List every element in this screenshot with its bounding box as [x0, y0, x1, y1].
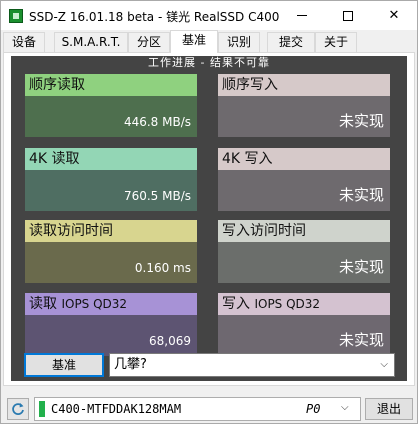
tab-identify[interactable]: 识别: [218, 32, 260, 52]
chevron-down-icon: ⌵: [341, 402, 349, 413]
tab-smart[interactable]: S.M.A.R.T.: [54, 32, 128, 52]
card-read-iops-body: 68,069: [25, 315, 197, 356]
tab-device[interactable]: 设备: [3, 32, 45, 52]
card-write-access-label: 写入访问时间: [218, 220, 390, 242]
4k-read-value: 760.5 MB/s: [123, 189, 191, 203]
benchmark-results: 工作进展 - 结果不可靠 顺序读取 446.8 MB/s 顺序写入 未实现 4K…: [11, 56, 407, 381]
card-read-access-time: 读取访问时间 0.160 ms: [25, 220, 197, 283]
card-seq-write: 顺序写入 未实现: [218, 74, 390, 137]
card-seq-write-body: 未实现: [218, 96, 390, 137]
card-write-iops-body: 未实现: [218, 315, 390, 356]
read-iops-label: 读取: [29, 296, 57, 312]
app-icon: [9, 9, 23, 23]
write-access-value: 未实现: [338, 258, 384, 276]
card-write-access-time: 写入访问时间 未实现: [218, 220, 390, 283]
card-seq-read-body: 446.8 MB/s: [25, 96, 197, 137]
read-iops-value: 68,069: [149, 334, 191, 348]
refresh-icon: [12, 403, 24, 415]
card-seq-write-label: 顺序写入: [218, 74, 390, 96]
tab-about[interactable]: 关于: [315, 32, 357, 52]
benchmark-status: 工作进展 - 结果不可靠: [148, 56, 270, 69]
minimize-icon: [297, 15, 307, 16]
write-iops-label: 写入: [222, 296, 250, 312]
write-iops-suffix: IOPS QD32: [254, 297, 321, 311]
drive-status-indicator: [39, 401, 45, 417]
write-iops-value: 未实现: [338, 331, 384, 349]
drive-name: C400-MTFDDAK128MAM: [51, 402, 182, 416]
drive-port: P0: [306, 402, 321, 416]
test-select[interactable]: 几攀? ⌵: [109, 353, 395, 377]
close-icon: ✕: [388, 8, 400, 23]
read-access-value: 0.160 ms: [134, 261, 191, 275]
exit-button[interactable]: 退出: [365, 398, 413, 420]
tab-partitions[interactable]: 分区: [128, 32, 170, 52]
card-4k-read: 4K 读取 760.5 MB/s: [25, 148, 197, 211]
tab-submit[interactable]: 提交: [267, 32, 315, 52]
card-read-access-body: 0.160 ms: [25, 242, 197, 283]
card-write-access-body: 未实现: [218, 242, 390, 283]
app-window: SSD-Z 16.01.18 beta - 镁光 RealSSD C400 ✕ …: [0, 0, 418, 424]
card-4k-read-label: 4K 读取: [25, 148, 197, 170]
card-4k-write-body: 未实现: [218, 170, 390, 211]
maximize-button[interactable]: [325, 1, 371, 30]
seq-write-value: 未实现: [338, 112, 384, 130]
seq-read-value: 446.8 MB/s: [123, 115, 191, 129]
tab-bar: 设备 S.M.A.R.T. 分区 基准 识别 提交 关于: [3, 30, 415, 53]
chevron-down-icon: ⌵: [380, 359, 388, 370]
drive-select[interactable]: C400-MTFDDAK128MAM P0 ⌵: [34, 397, 361, 421]
run-benchmark-button[interactable]: 基准: [24, 353, 104, 377]
refresh-button[interactable]: [7, 398, 29, 420]
4k-write-value: 未实现: [338, 186, 384, 204]
card-read-iops-label: 读取 IOPS QD32: [25, 293, 197, 315]
card-seq-read: 顺序读取 446.8 MB/s: [25, 74, 197, 137]
window-title: SSD-Z 16.01.18 beta - 镁光 RealSSD C400: [29, 10, 280, 24]
card-4k-read-body: 760.5 MB/s: [25, 170, 197, 211]
card-write-iops: 写入 IOPS QD32 未实现: [218, 293, 390, 356]
read-iops-suffix: IOPS QD32: [61, 297, 128, 311]
card-write-iops-label: 写入 IOPS QD32: [218, 293, 390, 315]
title-bar: SSD-Z 16.01.18 beta - 镁光 RealSSD C400 ✕: [1, 1, 417, 30]
card-read-access-label: 读取访问时间: [25, 220, 197, 242]
minimize-button[interactable]: [279, 1, 325, 30]
close-button[interactable]: ✕: [371, 1, 417, 30]
card-seq-read-label: 顺序读取: [25, 74, 197, 96]
test-select-value: 几攀?: [114, 357, 147, 372]
card-read-iops: 读取 IOPS QD32 68,069: [25, 293, 197, 356]
card-4k-write-label: 4K 写入: [218, 148, 390, 170]
maximize-icon: [343, 10, 353, 21]
tab-benchmark[interactable]: 基准: [170, 30, 218, 53]
card-4k-write: 4K 写入 未实现: [218, 148, 390, 211]
